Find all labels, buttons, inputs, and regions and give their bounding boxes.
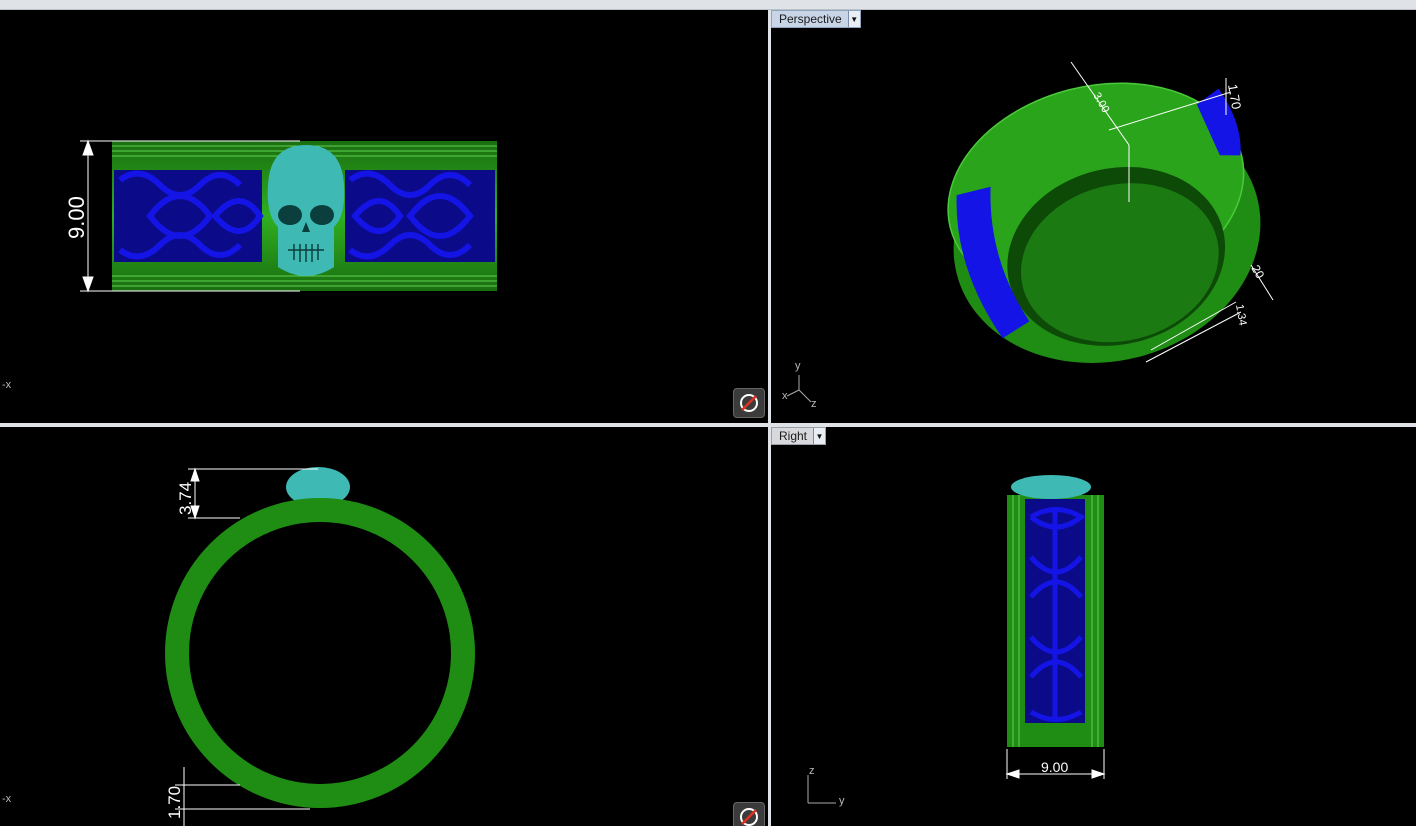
skull-right (1011, 475, 1091, 499)
front-height-dim: 9.00 (64, 196, 89, 239)
skull-front (267, 145, 345, 276)
top-toolbar-strip (0, 0, 1416, 10)
right-axis-y: y (839, 795, 845, 807)
filigree-left (114, 170, 264, 262)
persp-dim-4: 1.34 (1233, 303, 1249, 326)
right-width-dim: 9.00 (1041, 759, 1068, 775)
top-ring-drawing: 3.74 1.70 (165, 467, 475, 826)
tab-perspective[interactable]: Perspective ▼ (771, 10, 861, 28)
chevron-down-icon[interactable]: ▼ (847, 11, 860, 27)
persp-axis-triad (786, 375, 812, 403)
perspective-ring-drawing: 1.70 3.00 20 1.34 (786, 61, 1274, 403)
right-ring-drawing: 9.00 (807, 475, 1106, 804)
viewport-perspective[interactable]: Perspective ▼ 1.70 3.00 20 1.34 y x z (771, 10, 1416, 423)
right-axis-z: z (809, 765, 815, 777)
filigree-right (345, 170, 495, 262)
persp-axis-y: y (795, 360, 801, 372)
perspective-tab-label: Perspective (779, 12, 842, 26)
top-dim-lower: 1.70 (165, 786, 184, 819)
viewport-right[interactable]: Right ▼ 9.00 z y (771, 427, 1416, 826)
rotate-view-icon[interactable] (733, 388, 765, 418)
top-axis-label: -x (2, 793, 12, 805)
persp-axis-z: z (811, 398, 817, 410)
right-tab-label: Right (779, 429, 808, 443)
rotate-view-icon[interactable] (733, 802, 765, 826)
viewport-top[interactable]: 3.74 1.70 -x (0, 427, 768, 826)
chevron-down-icon[interactable]: ▼ (813, 428, 826, 444)
top-dim-upper: 3.74 (176, 482, 195, 515)
viewport-front[interactable]: 9.00 -x (0, 10, 768, 423)
tab-right[interactable]: Right ▼ (771, 427, 827, 445)
ring-top (165, 498, 475, 808)
front-axis-label: -x (2, 379, 12, 391)
front-ring-drawing: 9.00 (64, 139, 497, 293)
persp-axis-x: x (782, 390, 788, 402)
right-axis-triad (807, 775, 836, 804)
